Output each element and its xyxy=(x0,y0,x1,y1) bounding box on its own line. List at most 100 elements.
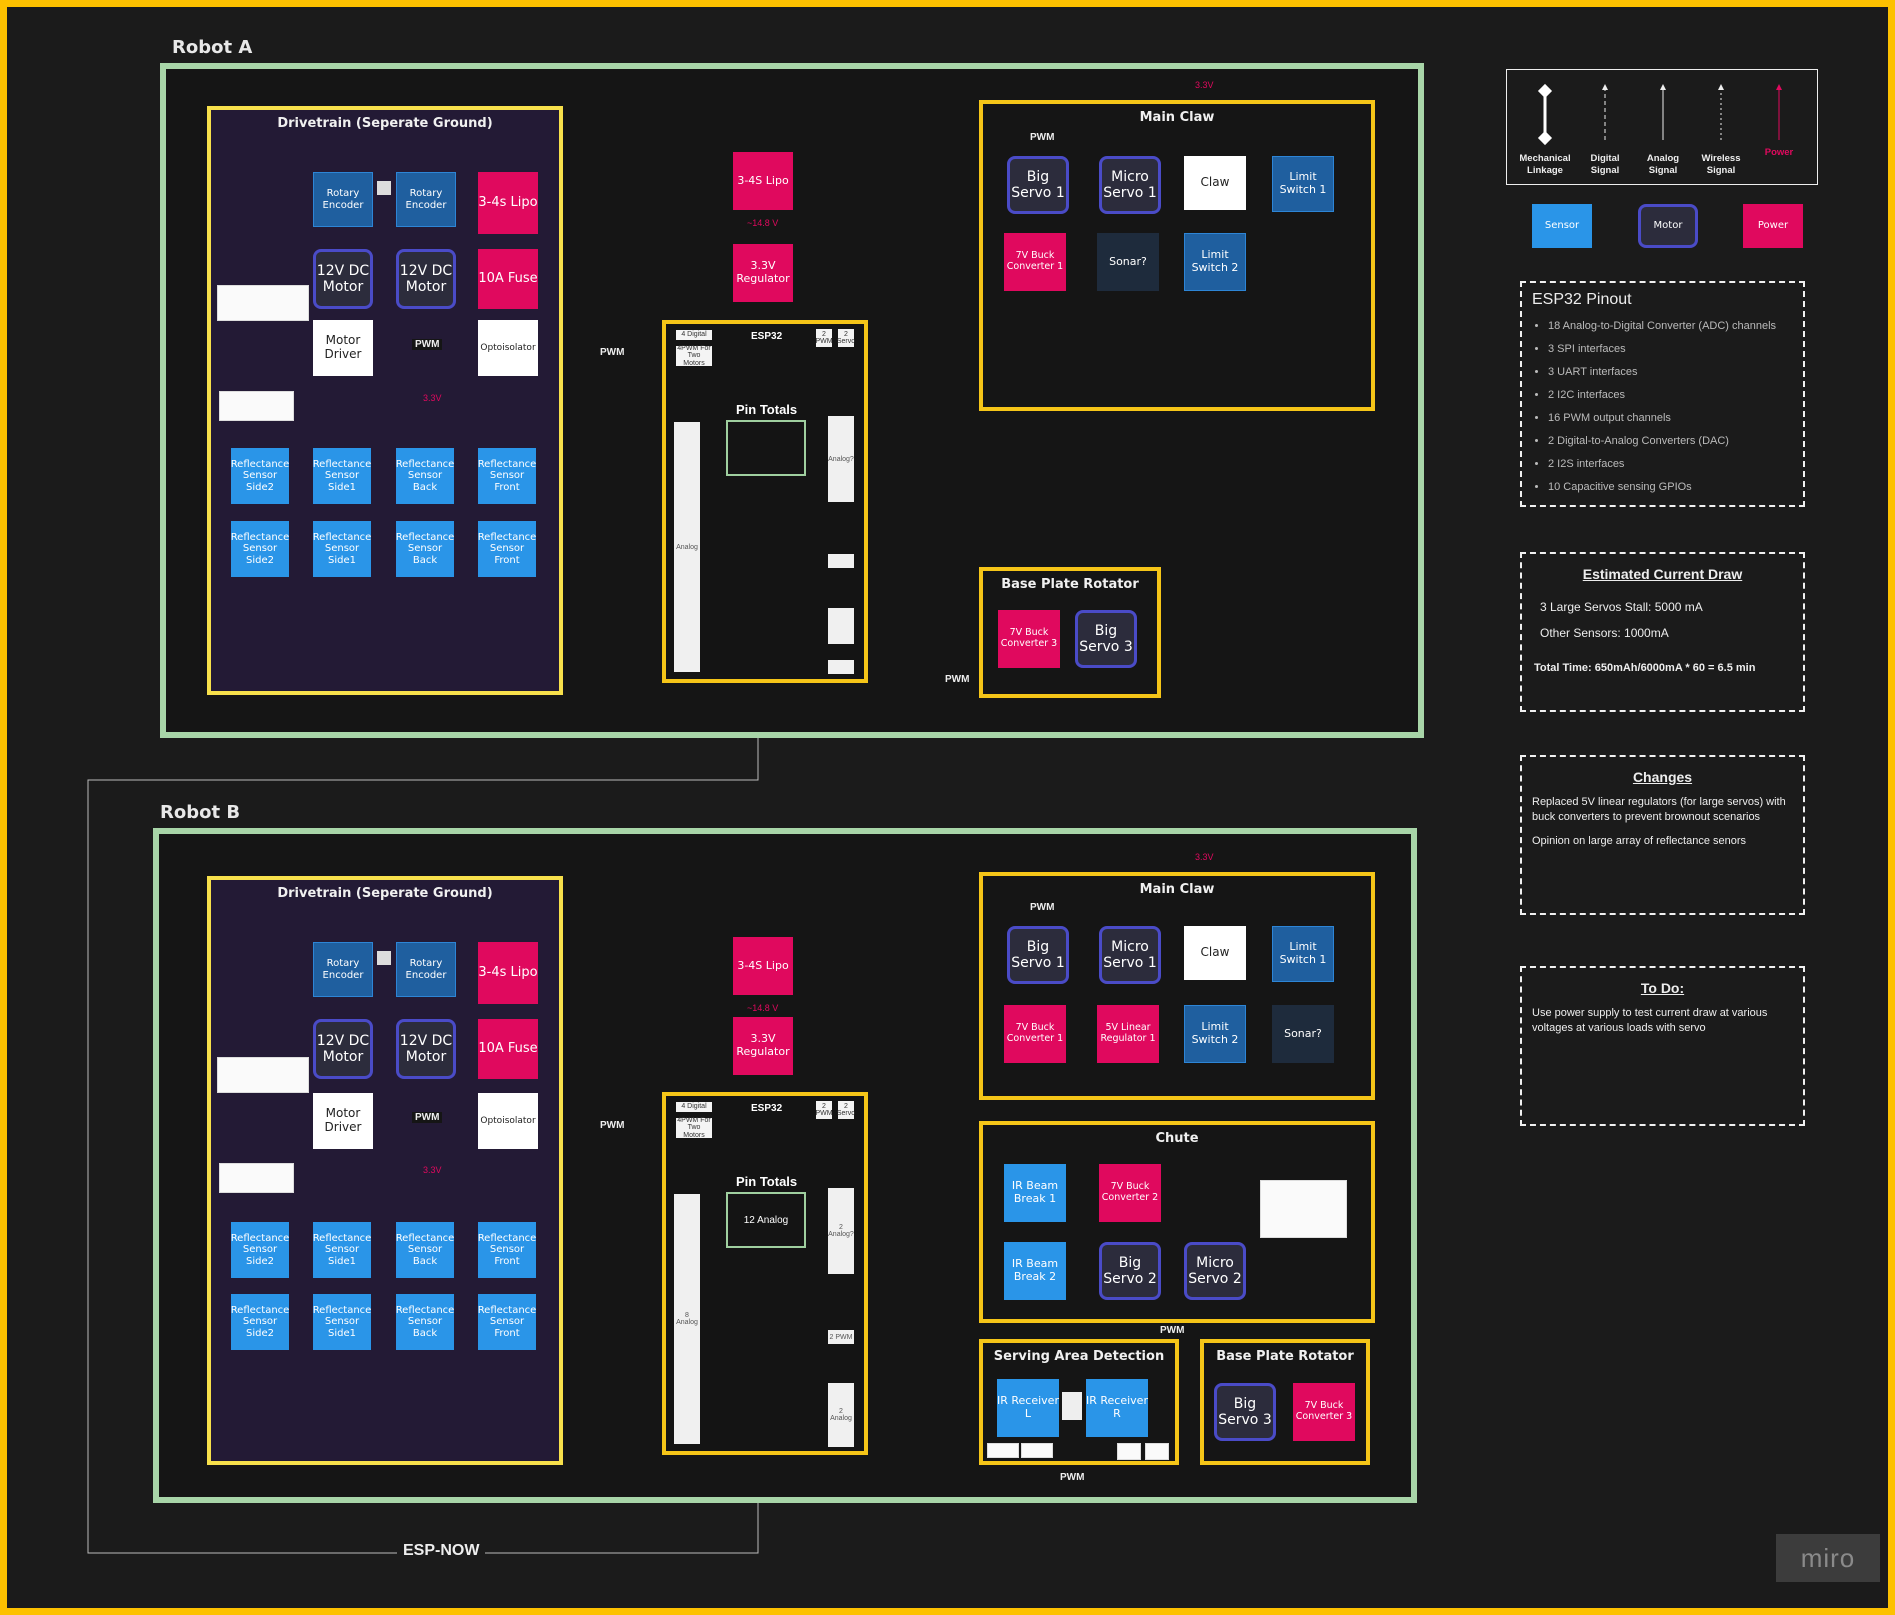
optoisolator: Optoisolator xyxy=(478,320,538,376)
wiring-thumbnail xyxy=(1021,1443,1053,1458)
esp32-board: 4 Digital 4PWM For Two Motors ESP32 2 PW… xyxy=(662,1092,868,1455)
four-pwm-chip: 4PWM For Two Motors xyxy=(676,1116,712,1139)
changes-title: Changes xyxy=(1632,769,1693,785)
pin-totals-box xyxy=(726,420,806,476)
claw: Claw xyxy=(1184,156,1246,210)
big-servo-3: Big Servo 3 xyxy=(1214,1383,1276,1441)
base-plate-title: Base Plate Rotator xyxy=(1001,577,1139,592)
esp32-pinout-title: ESP32 Pinout xyxy=(1532,291,1632,308)
ir-led-icon xyxy=(1062,1392,1082,1420)
four-digital-chip: 4 Digital xyxy=(676,1102,712,1112)
pin-slot xyxy=(828,608,854,644)
ir-receiver-l: IR Receiver L xyxy=(997,1379,1059,1437)
pinout-item: 2 I2S interfaces xyxy=(1548,453,1803,476)
esp32-label: ESP32 xyxy=(751,331,783,342)
legend-key-sensor: Sensor xyxy=(1532,204,1592,248)
legend-key-power: Power xyxy=(1743,204,1803,248)
pin-totals-title: Pin Totals xyxy=(736,1174,798,1189)
miro-watermark[interactable]: miro xyxy=(1776,1534,1880,1582)
reflectance-side2: Reflectance Sensor Side2 xyxy=(231,521,289,577)
chute-title: Chute xyxy=(1155,1131,1199,1146)
pwm-label: PWM xyxy=(597,1120,628,1131)
limit-switch-1: Limit Switch 1 xyxy=(1272,156,1334,212)
sonar: Sonar? xyxy=(1272,1005,1334,1063)
current-draw-total: Total Time: 650mAh/6000mA * 60 = 6.5 min xyxy=(1534,662,1756,674)
ir-beam-break-2: IR Beam Break 2 xyxy=(1004,1242,1066,1300)
lipo-3-4s: 3-4s Lipo xyxy=(478,942,538,1004)
current-draw-line1: 3 Large Servos Stall: 5000 mA xyxy=(1540,600,1703,614)
serving-area-title: Serving Area Detection xyxy=(993,1349,1165,1364)
main-claw-title: Main Claw xyxy=(1139,882,1215,897)
reflectance-side2: Reflectance Sensor Side2 xyxy=(231,1294,289,1350)
ir-receiver-r: IR Receiver R xyxy=(1086,1379,1148,1437)
drivetrain-title: Drivetrain (Seperate Ground) xyxy=(277,116,493,131)
linear-regulator-1: 5V Linear Regulator 1 xyxy=(1097,1005,1159,1063)
reflectance-back: Reflectance Sensor Back xyxy=(396,1294,454,1350)
wiring-thumbnail xyxy=(217,1057,309,1093)
ir-beam-break-1: IR Beam Break 1 xyxy=(1004,1164,1066,1222)
current-draw-panel: Estimated Current Draw 3 Large Servos St… xyxy=(1520,552,1805,712)
reflectance-side2: Reflectance Sensor Side2 xyxy=(231,448,289,504)
lipo-main: 3-4S Lipo xyxy=(733,937,793,995)
pinout-item: 16 PWM output channels xyxy=(1548,407,1803,430)
buck-converter-3: 7V Buck Converter 3 xyxy=(998,610,1060,668)
pinout-item: 18 Analog-to-Digital Converter (ADC) cha… xyxy=(1548,315,1803,338)
robot-a-title: Robot A xyxy=(172,37,253,58)
dc-motor-right: 12V DC Motor xyxy=(396,249,456,309)
v148-label: ~14.8 V xyxy=(747,218,779,228)
analog-q-bar: 2 Analog? xyxy=(828,1188,854,1274)
main-claw-title: Main Claw xyxy=(1139,110,1215,125)
rotary-encoder-right: Rotary Encoder xyxy=(396,942,456,997)
buck-converter-1: 7V Buck Converter 1 xyxy=(1004,233,1066,291)
reflectance-side2: Reflectance Sensor Side2 xyxy=(231,1222,289,1278)
reflectance-side1: Reflectance Sensor Side1 xyxy=(313,1294,371,1350)
motor-driver: Motor Driver xyxy=(313,1093,373,1149)
lipo-main: 3-4S Lipo xyxy=(733,152,793,210)
wiring-thumbnail xyxy=(219,391,294,421)
miro-board: Robot A Drivetrain (Seperate Ground) Rot… xyxy=(7,7,1888,1608)
rotary-encoder-left: Rotary Encoder xyxy=(313,172,373,227)
legend-key-motor: Motor xyxy=(1638,204,1698,248)
fuse-10a: 10A Fuse xyxy=(478,1019,538,1079)
reflectance-back: Reflectance Sensor Back xyxy=(396,1222,454,1278)
pin-totals-box: 12 Analog xyxy=(726,1192,806,1248)
claw: Claw xyxy=(1184,926,1246,980)
pwm-label: PWM xyxy=(412,1112,443,1123)
v33-label: 3.3V xyxy=(1195,80,1214,90)
pwm-label: PWM xyxy=(412,339,443,350)
dc-motor-left: 12V DC Motor xyxy=(313,249,373,309)
big-servo-2: Big Servo 2 xyxy=(1099,1242,1161,1300)
regulator-3v3: 3.3V Regulator xyxy=(733,1017,793,1075)
dc-motor-left: 12V DC Motor xyxy=(313,1019,373,1079)
two-pwm-bar: 2 PWM xyxy=(828,1330,854,1344)
buck-converter-2: 7V Buck Converter 2 xyxy=(1099,1164,1161,1222)
big-servo-1: Big Servo 1 xyxy=(1007,926,1069,984)
reflectance-side1: Reflectance Sensor Side1 xyxy=(313,448,371,504)
changes-line2: Opinion on large array of reflectance se… xyxy=(1532,834,1747,847)
v33-label: 3.3V xyxy=(423,393,442,403)
robot-b-title: Robot B xyxy=(160,802,241,823)
pin-slot xyxy=(828,554,854,568)
four-digital-chip: 4 Digital xyxy=(676,330,712,340)
note-icon xyxy=(377,951,391,965)
reflectance-front: Reflectance Sensor Front xyxy=(478,1222,536,1278)
wiring-thumbnail xyxy=(1117,1443,1141,1460)
optoisolator: Optoisolator xyxy=(478,1093,538,1149)
legend-wireless: Wireless Signal xyxy=(1701,153,1741,176)
pwm-label: PWM xyxy=(942,674,973,685)
two-pwm-chip: 2 PWM xyxy=(815,1101,833,1119)
esp32-pinout-list: 18 Analog-to-Digital Converter (ADC) cha… xyxy=(1522,315,1803,499)
micro-servo-1: Micro Servo 1 xyxy=(1099,156,1161,214)
limit-switch-1: Limit Switch 1 xyxy=(1272,926,1334,982)
todo-panel: To Do: Use power supply to test current … xyxy=(1520,966,1805,1126)
wiring-thumbnail xyxy=(219,1163,294,1193)
legend-power: Power xyxy=(1764,146,1794,158)
reflectance-front: Reflectance Sensor Front xyxy=(478,521,536,577)
v148-label: ~14.8 V xyxy=(747,1003,779,1013)
reflectance-front: Reflectance Sensor Front xyxy=(478,448,536,504)
sonar: Sonar? xyxy=(1097,233,1159,291)
two-analog-bar: 2 Analog xyxy=(828,1383,854,1447)
big-servo-1: Big Servo 1 xyxy=(1007,156,1069,214)
esp32-label: ESP32 xyxy=(751,1103,783,1114)
esp32-board: 4 Digital 4PWM For Two Motors ESP32 2 PW… xyxy=(662,320,868,683)
